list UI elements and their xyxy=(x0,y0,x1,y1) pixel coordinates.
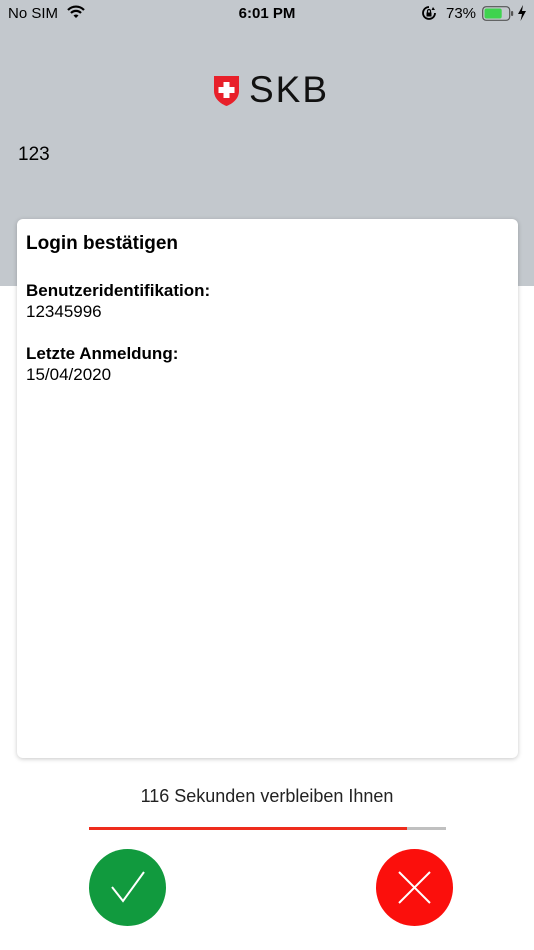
user-id-label: Benutzeridentifikation: xyxy=(26,281,211,300)
swiss-shield-icon xyxy=(212,74,241,112)
confirm-button[interactable] xyxy=(89,849,166,926)
battery-percent: 73% xyxy=(446,5,477,22)
login-confirmation-card: Login bestätigen Benutzeridentifikation:… xyxy=(17,219,518,758)
reject-button[interactable] xyxy=(376,849,453,926)
status-bar: No SIM 6:01 PM 73% xyxy=(0,0,534,28)
account-number: 123 xyxy=(18,144,50,165)
countdown-progress-bar xyxy=(89,827,446,830)
countdown-progress-fill xyxy=(89,827,407,830)
rotation-lock-icon xyxy=(421,5,437,25)
card-title: Login bestätigen xyxy=(26,233,178,254)
last-login-label: Letzte Anmeldung: xyxy=(26,344,179,363)
last-login-value: 15/04/2020 xyxy=(26,365,112,384)
user-id-value: 12345996 xyxy=(26,302,102,321)
battery-icon xyxy=(482,6,514,25)
charging-bolt-icon xyxy=(517,5,527,25)
countdown-text: 116 Sekunden verbleiben Ihnen xyxy=(140,786,394,806)
brand-name: SKB xyxy=(249,69,330,110)
